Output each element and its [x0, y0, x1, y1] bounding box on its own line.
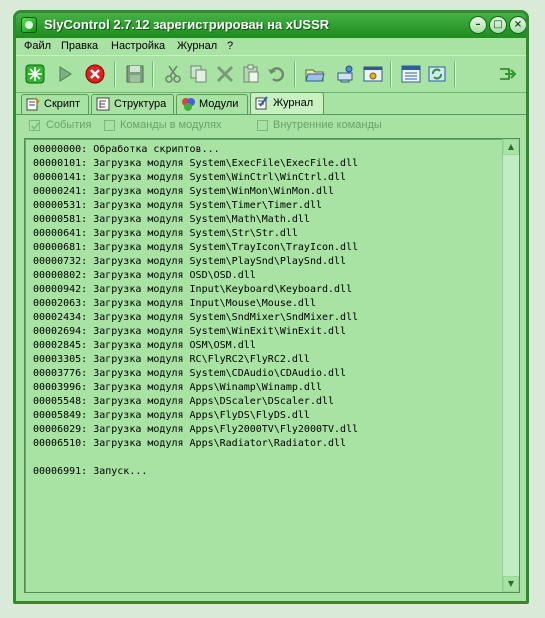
network-icon[interactable] — [332, 61, 358, 87]
log-line: 00000942: Загрузка модуля Input\Keyboard… — [33, 284, 353, 295]
run-settings-icon[interactable] — [22, 61, 48, 87]
filter-module-commands-checkbox[interactable] — [104, 120, 115, 131]
modules-icon — [182, 98, 195, 111]
settings-window-icon[interactable] — [360, 61, 386, 87]
save-icon[interactable] — [122, 61, 148, 87]
log-line: 00003776: Загрузка модуля System\CDAudio… — [33, 368, 347, 379]
log-line: 00006510: Загрузка модуля Apps\Radiator\… — [33, 438, 347, 449]
log-line: 00002063: Загрузка модуля Input\Mouse\Mo… — [33, 298, 316, 309]
log-line: 00003996: Загрузка модуля Apps\Winamp\Wi… — [33, 382, 322, 393]
app-logo-icon — [21, 17, 37, 33]
exit-icon[interactable] — [494, 61, 520, 87]
log-area[interactable]: 00000000: Обработка скриптов... 00000101:… — [24, 138, 520, 593]
tab-structure-label: Структура — [114, 98, 167, 110]
filter-module-commands-label: Команды в модулях — [120, 119, 222, 131]
tab-modules-label: Модули — [199, 98, 239, 110]
log-line: 00000802: Загрузка модуля OSD\OSD.dll — [33, 270, 256, 281]
filter-events-checkbox[interactable] — [29, 120, 40, 131]
paste-icon[interactable] — [238, 61, 264, 87]
script-icon — [26, 97, 40, 111]
structure-icon — [96, 97, 110, 111]
filter-events-label: События — [46, 119, 92, 131]
log-line: 00006029: Загрузка модуля Apps\Fly2000TV… — [33, 424, 359, 435]
log-line: 00002845: Загрузка модуля OSM\OSM.dll — [33, 340, 256, 351]
log-line: 00000531: Загрузка модуля System\Timer\T… — [33, 200, 322, 211]
window-title: SlyControl 2.7.12 зарегистрирован на xUS… — [44, 17, 330, 32]
list-view-icon[interactable] — [398, 61, 424, 87]
log-line: 00000000: Обработка скриптов... — [33, 144, 220, 155]
toolbar-separator — [114, 61, 116, 87]
log-line: 00000101: Загрузка модуля System\ExecFil… — [33, 158, 359, 169]
tab-journal[interactable]: Журнал — [250, 92, 324, 114]
log-line: 00002694: Загрузка модуля System\WinExit… — [33, 326, 347, 337]
log-line: 00006991: Запуск... — [33, 466, 148, 477]
toolbar-separator — [390, 61, 392, 87]
log-line: 00005849: Загрузка модуля Apps\FlyDS\Fly… — [33, 410, 310, 421]
scroll-up-button[interactable]: ▲ — [503, 139, 519, 155]
log-line: 00000581: Загрузка модуля System\Math\Ma… — [33, 214, 310, 225]
cut-icon[interactable] — [160, 61, 186, 87]
tab-modules[interactable]: Модули — [176, 94, 248, 114]
journal-icon — [255, 96, 268, 110]
menu-journal[interactable]: Журнал — [177, 40, 217, 52]
play-icon[interactable] — [52, 61, 78, 87]
log-lines: 00000000: Обработка скриптов... 00000101:… — [33, 143, 358, 479]
title-bar[interactable]: SlyControl 2.7.12 зарегистрирован на xUS… — [16, 13, 526, 38]
open-folder-icon[interactable] — [302, 61, 328, 87]
log-line: 00000241: Загрузка модуля System\WinMon\… — [33, 186, 335, 197]
minimize-button[interactable]: – — [469, 16, 487, 34]
menu-help[interactable]: ? — [227, 40, 233, 52]
log-line: 00000732: Загрузка модуля System\PlaySnd… — [33, 256, 347, 267]
log-filter-bar: События Команды в модулях Внутренние ком… — [16, 114, 526, 137]
menu-file[interactable]: Файл — [24, 40, 51, 52]
delete-icon[interactable] — [212, 61, 238, 87]
checkmark-icon — [31, 122, 40, 131]
maximize-button[interactable]: □ — [489, 16, 507, 34]
tab-script[interactable]: Скрипт — [21, 94, 89, 114]
tab-script-label: Скрипт — [44, 98, 81, 110]
log-line: 00005548: Загрузка модуля Apps\DScaler\D… — [33, 396, 335, 407]
toolbar — [16, 55, 526, 93]
close-button[interactable]: × — [509, 16, 526, 34]
menu-settings[interactable]: Настройка — [111, 40, 165, 52]
undo-icon[interactable] — [264, 61, 290, 87]
stop-icon[interactable] — [82, 61, 108, 87]
log-line: 00002434: Загрузка модуля System\SndMixe… — [33, 312, 359, 323]
app-window: SlyControl 2.7.12 зарегистрирован на xUS… — [13, 10, 529, 604]
filter-internal-commands-checkbox[interactable] — [257, 120, 268, 131]
log-line: 00000641: Загрузка модуля System\Str\Str… — [33, 228, 298, 239]
scroll-down-button[interactable]: ▼ — [503, 576, 519, 592]
filter-internal-commands-label: Внутренние команды — [273, 119, 382, 131]
tab-journal-label: Журнал — [273, 97, 314, 109]
toolbar-separator — [152, 61, 154, 87]
log-line: 00000681: Загрузка модуля System\TrayIco… — [33, 242, 359, 253]
toolbar-separator — [294, 61, 296, 87]
tab-structure[interactable]: Структура — [91, 94, 174, 114]
log-line: 00003305: Загрузка модуля RC\FlyRC2\FlyR… — [33, 354, 310, 365]
menu-edit[interactable]: Правка — [61, 40, 98, 52]
tab-strip: Скрипт Структура Модули Журнал — [16, 92, 526, 114]
log-line: 00000141: Загрузка модуля System\WinCtrl… — [33, 172, 347, 183]
copy-icon[interactable] — [186, 61, 212, 87]
vertical-scrollbar[interactable]: ▲ ▼ — [502, 139, 519, 592]
toolbar-separator — [454, 61, 456, 87]
refresh-icon[interactable] — [424, 61, 450, 87]
menu-bar: Файл Правка Настройка Журнал ? — [16, 38, 526, 55]
